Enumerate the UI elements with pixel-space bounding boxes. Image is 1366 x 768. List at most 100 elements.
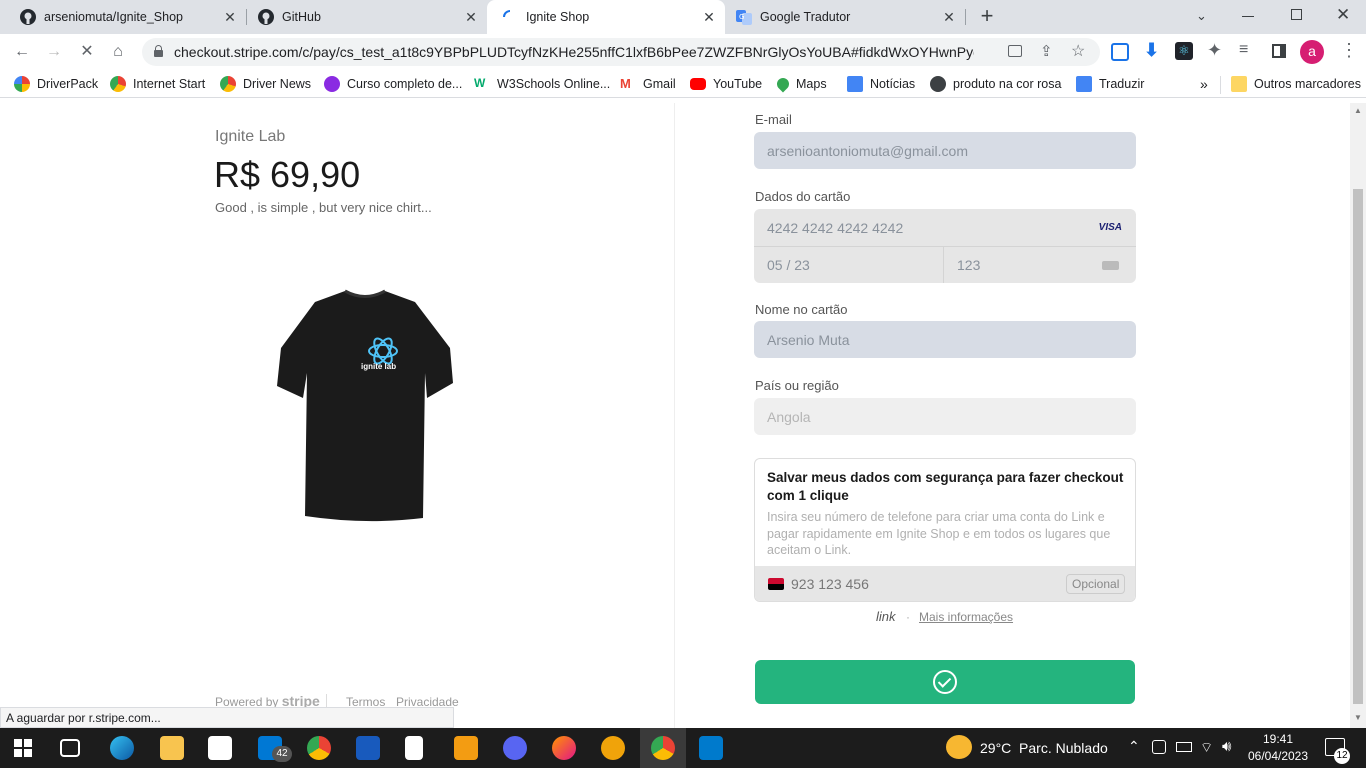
bookmarks-bar: DriverPack Internet Start Driver News Cu… xyxy=(0,70,1366,98)
driver-news-icon xyxy=(220,76,236,92)
word-icon[interactable] xyxy=(356,736,380,760)
discord-icon[interactable] xyxy=(503,736,527,760)
tab-separator xyxy=(965,9,966,25)
tab-ignite-shop-repo[interactable]: arseniomuta/Ignite_Shop ✕ xyxy=(0,0,246,34)
bookmark-item[interactable]: DriverPack xyxy=(14,75,98,93)
new-tab-button[interactable]: + xyxy=(977,5,997,27)
udemy-icon xyxy=(324,76,340,92)
back-arrow-icon[interactable]: ← xyxy=(12,42,32,62)
card-cvc-field[interactable]: 123 xyxy=(944,246,1136,283)
react-devtools-icon[interactable]: ⚛ xyxy=(1175,42,1193,60)
forward-arrow-icon[interactable]: → xyxy=(44,42,64,62)
more-info-link[interactable]: Mais informações xyxy=(919,610,1013,624)
bookmark-item[interactable]: produto na cor rosa xyxy=(930,75,1061,93)
pay-button[interactable] xyxy=(755,660,1135,704)
status-bar: A aguardar por r.stripe.com... xyxy=(0,707,454,728)
brave-icon[interactable] xyxy=(601,736,625,760)
name-label: Nome no cartão xyxy=(755,302,848,317)
firefox-icon[interactable] xyxy=(552,736,576,760)
show-hidden-icons[interactable]: ⌃ xyxy=(1128,738,1140,755)
globe-icon xyxy=(930,76,946,92)
panel-divider xyxy=(674,103,675,728)
stop-loading-icon[interactable]: ✕ xyxy=(77,42,97,62)
chrome-active-icon[interactable] xyxy=(651,736,675,760)
tab-google-tradutor[interactable]: G Google Tradutor ✕ xyxy=(725,0,965,34)
share-icon[interactable]: ⇪ xyxy=(1040,42,1053,60)
folder-icon xyxy=(1231,76,1247,92)
close-icon[interactable]: ✕ xyxy=(701,9,717,25)
scroll-down-icon[interactable]: ▼ xyxy=(1354,713,1362,722)
internet-start-icon xyxy=(110,76,126,92)
menu-kebab-icon[interactable]: ⋮ xyxy=(1340,40,1358,61)
restore-icon[interactable] xyxy=(1291,9,1302,20)
file-explorer-icon[interactable] xyxy=(160,736,184,760)
task-view-icon[interactable] xyxy=(60,739,80,757)
email-label: E-mail xyxy=(755,112,792,127)
notification-count-badge: 12 xyxy=(1334,748,1350,764)
microsoft-store-icon[interactable] xyxy=(208,736,232,760)
close-icon[interactable]: ✕ xyxy=(941,9,957,25)
bookmark-item[interactable]: YouTube xyxy=(690,75,762,93)
phone-field[interactable]: 923 123 456 Opcional xyxy=(755,566,1135,601)
clock-time[interactable]: 19:41 xyxy=(1248,732,1308,746)
vscode-icon[interactable] xyxy=(699,736,723,760)
tab-github[interactable]: GitHub ✕ xyxy=(247,0,487,34)
bookmark-item[interactable]: M Gmail xyxy=(620,75,676,93)
bookmark-item[interactable]: Traduzir xyxy=(1076,75,1144,93)
extension-translate-icon[interactable] xyxy=(1111,43,1129,61)
install-app-icon[interactable] xyxy=(1008,45,1022,57)
weather-text[interactable]: 29°C Parc. Nublado xyxy=(980,740,1108,756)
scroll-up-icon[interactable]: ▲ xyxy=(1354,106,1362,115)
clock-date[interactable]: 06/04/2023 xyxy=(1246,749,1310,763)
close-icon[interactable]: ✕ xyxy=(463,9,479,25)
svg-text:G: G xyxy=(739,13,744,21)
wifi-icon[interactable]: ⌔ xyxy=(1200,739,1213,757)
close-icon[interactable]: ✕ xyxy=(222,9,238,25)
profile-avatar[interactable]: a xyxy=(1300,40,1324,64)
country-select[interactable]: Angola xyxy=(754,398,1136,435)
shirt-logo-text: ignite lab xyxy=(361,362,396,371)
name-on-card-field[interactable]: Arsenio Muta xyxy=(754,321,1136,358)
media-control-icon[interactable]: ≡ xyxy=(1239,41,1248,59)
battery-icon[interactable] xyxy=(1176,742,1192,752)
weather-icon[interactable] xyxy=(946,735,972,759)
link-save-box: Salvar meus dados com segurança para faz… xyxy=(754,458,1136,602)
tab-ignite-shop[interactable]: Ignite Shop ✕ xyxy=(487,0,725,34)
email-field[interactable]: arsenioantoniomuta@gmail.com xyxy=(754,132,1136,169)
windows-start-icon[interactable] xyxy=(14,739,32,757)
tab-search-icon[interactable]: ⌄ xyxy=(1196,8,1214,24)
product-description: Good , is simple , but very nice chirt..… xyxy=(215,200,432,215)
angola-flag-icon xyxy=(768,578,784,590)
side-panel-icon[interactable] xyxy=(1272,44,1286,58)
scrollbar-thumb[interactable] xyxy=(1353,189,1363,704)
w3schools-icon: W xyxy=(474,76,486,90)
volume-icon[interactable]: 🔊︎ xyxy=(1222,738,1231,755)
card-number-field[interactable]: 4242 4242 4242 4242 VISA xyxy=(754,209,1136,246)
bookmarks-overflow-button[interactable]: » xyxy=(1200,75,1208,93)
chrome-icon[interactable] xyxy=(307,736,331,760)
download-icon[interactable]: ⬇ xyxy=(1144,40,1159,61)
meet-icon[interactable] xyxy=(1152,740,1166,754)
bookmark-item[interactable]: Notícias xyxy=(847,75,915,93)
lock-icon[interactable] xyxy=(154,45,163,57)
minimize-icon[interactable] xyxy=(1242,16,1254,17)
edge-icon[interactable] xyxy=(110,736,134,760)
card-expiry-field[interactable]: 05 / 23 xyxy=(754,246,944,283)
bookmark-item[interactable]: W W3Schools Online... xyxy=(474,75,610,93)
bookmark-item[interactable]: Driver News xyxy=(220,75,311,93)
cvc-icon xyxy=(1102,261,1119,270)
divider xyxy=(1220,76,1221,94)
window-close-icon[interactable]: ✕ xyxy=(1336,5,1352,25)
bookmark-item[interactable]: Maps xyxy=(774,75,827,93)
home-icon[interactable]: ⌂ xyxy=(108,42,128,62)
maps-icon xyxy=(774,75,792,93)
video-editor-icon[interactable] xyxy=(454,736,478,760)
bookmark-star-icon[interactable]: ☆ xyxy=(1071,41,1085,61)
bookmark-item[interactable]: Curso completo de... xyxy=(324,75,462,93)
other-bookmarks[interactable]: Outros marcadores xyxy=(1231,75,1361,93)
page-scrollbar[interactable]: ▲ ▼ xyxy=(1350,103,1366,728)
address-bar[interactable]: checkout.stripe.com/c/pay/cs_test_a1t8c9… xyxy=(142,38,1100,66)
notepad-icon[interactable] xyxy=(405,736,423,760)
extensions-puzzle-icon[interactable]: ✦ xyxy=(1207,40,1222,61)
bookmark-item[interactable]: Internet Start xyxy=(110,75,205,93)
